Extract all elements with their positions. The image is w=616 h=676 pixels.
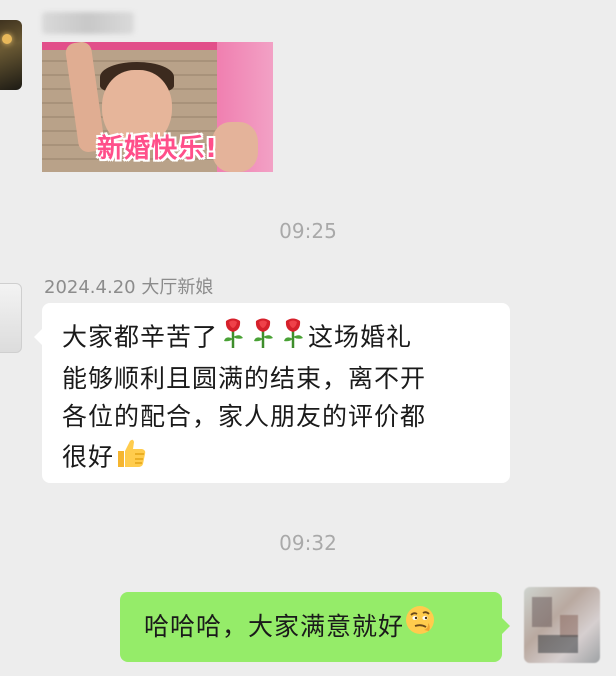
sender-avatar[interactable] (0, 20, 22, 90)
rose-icon (248, 317, 278, 360)
message-line-4: 很好 (62, 436, 492, 481)
message-line-1: 大家都辛苦了 这场婚礼 (62, 317, 492, 360)
thumbs-up-icon (114, 436, 148, 481)
thinking-face-icon (404, 593, 436, 663)
message-line-2: 能够顺利且圆满的结束，离不开 (62, 364, 427, 393)
blurred-sender-name (42, 12, 134, 34)
own-message-bubble[interactable]: 哈哈哈，大家满意就好 (120, 592, 510, 663)
own-avatar[interactable] (524, 587, 600, 663)
rose-icon (218, 317, 248, 360)
avatar-light (2, 34, 12, 44)
sender-name: 2024.4.20 大厅新娘 (44, 277, 214, 298)
message-bubble[interactable]: 大家都辛苦了 这场婚礼 能够顺利且圆满的结束，离不开 各位的配合，家人朋友的评价都… (34, 303, 510, 483)
own-message-text: 哈哈哈，大家满意就好 (144, 612, 405, 641)
sender-avatar[interactable] (0, 283, 22, 353)
timestamp: 09:25 (279, 219, 337, 243)
timestamp: 09:32 (279, 531, 337, 555)
gif-sticker-message[interactable]: 新婚快乐! (42, 42, 273, 172)
rose-icon (278, 317, 308, 360)
gif-caption: 新婚快乐! (97, 134, 218, 164)
message-line-3: 各位的配合，家人朋友的评价都 (62, 402, 427, 431)
